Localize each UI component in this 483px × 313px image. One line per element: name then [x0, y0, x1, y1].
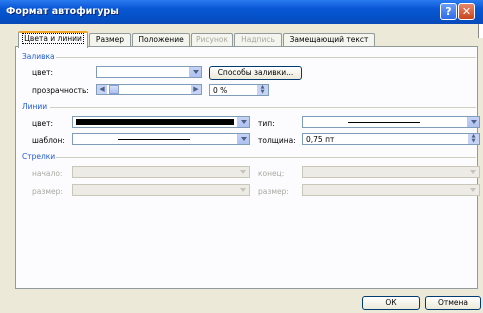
chevron-down-icon [237, 117, 249, 127]
tab-size[interactable]: Размер [89, 33, 131, 47]
transparency-slider[interactable]: ◀ ▶ [96, 84, 202, 95]
arrow-begin-label: начало: [32, 169, 63, 178]
chevron-down-icon [467, 117, 479, 127]
tab-picture: Рисунок [191, 33, 233, 47]
title-bar: Формат автофигуры ? ✕ [0, 0, 483, 24]
line-style-select[interactable] [72, 133, 250, 145]
tab-text-box: Надпись [234, 33, 282, 47]
transparency-spinner[interactable]: 0 % ▲ ▼ [209, 84, 269, 96]
help-button[interactable]: ? [440, 3, 457, 20]
line-preview [348, 122, 420, 123]
chevron-down-icon [237, 167, 249, 177]
line-type-select[interactable] [302, 116, 480, 128]
line-type-label: тип: [258, 119, 275, 128]
transparency-value: 0 % [213, 86, 228, 95]
question-icon: ? [445, 5, 452, 18]
arrow-begin-size-label: размер: [32, 187, 63, 196]
slider-thumb[interactable] [109, 85, 119, 94]
arrow-begin-size-select [72, 184, 250, 196]
spinner-arrows-icon[interactable]: ▲ ▼ [257, 85, 268, 95]
chevron-down-icon [189, 67, 201, 77]
arrow-begin-select [72, 166, 250, 178]
chevron-down-icon [237, 185, 249, 195]
lines-divider [50, 107, 476, 108]
line-weight-label: толщина: [258, 136, 296, 145]
fill-section-label: Заливка [22, 52, 55, 61]
fill-effects-button[interactable]: Способы заливки... [209, 66, 302, 80]
lines-section-label: Линии [22, 102, 48, 111]
fill-divider [56, 57, 476, 58]
chevron-down-icon [467, 185, 479, 195]
arrow-end-label: конец: [258, 169, 285, 178]
slider-left-arrow-icon[interactable]: ◀ [97, 85, 107, 94]
tab-position[interactable]: Положение [132, 33, 190, 47]
fill-color-select[interactable] [96, 66, 202, 78]
arrows-section-label: Стрелки [22, 152, 56, 161]
tab-colors-and-lines[interactable]: Цвета и линии [18, 31, 88, 48]
chevron-down-icon [467, 167, 479, 177]
line-color-label: цвет: [32, 119, 54, 128]
window-title: Формат автофигуры [6, 6, 119, 17]
chevron-down-icon [237, 134, 249, 144]
close-icon: ✕ [461, 5, 472, 18]
line-weight-spinner[interactable]: 0,75 пт ▲ ▼ [302, 133, 480, 145]
transparency-label: прозрачность: [32, 86, 89, 95]
line-style-label: шаблон: [32, 136, 65, 145]
line-preview [118, 139, 190, 140]
ok-button[interactable]: ОК [362, 296, 420, 310]
cancel-button[interactable]: Отмена [425, 296, 481, 310]
edge-fragment [478, 24, 483, 38]
arrows-divider [56, 157, 476, 158]
arrow-end-select [302, 166, 480, 178]
tab-alt-text[interactable]: Замещающий текст [283, 33, 375, 47]
fill-color-label: цвет: [32, 68, 54, 77]
arrow-end-size-select [302, 184, 480, 196]
close-button[interactable]: ✕ [458, 3, 475, 20]
color-swatch [76, 119, 234, 125]
slider-right-arrow-icon[interactable]: ▶ [191, 85, 201, 94]
format-autoshape-dialog: Формат автофигуры ? ✕ Цвета и линии Разм… [0, 0, 483, 313]
line-color-select[interactable] [72, 116, 250, 128]
spinner-arrows-icon[interactable]: ▲ ▼ [468, 134, 479, 144]
line-weight-value: 0,75 пт [306, 135, 335, 144]
tab-label: Цвета и линии [22, 33, 84, 44]
arrow-end-size-label: размер: [258, 187, 289, 196]
